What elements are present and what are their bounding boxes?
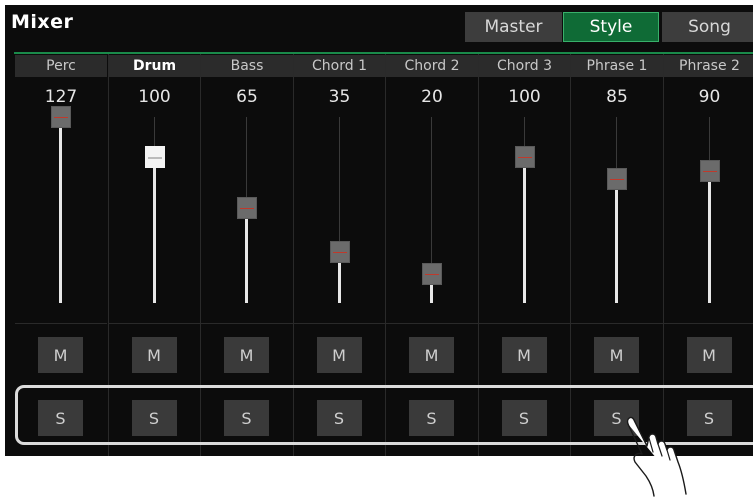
fader-knob[interactable] bbox=[330, 241, 350, 263]
channel-volume-value: 20 bbox=[386, 87, 478, 107]
page-title: Mixer bbox=[11, 11, 73, 33]
fader-track[interactable] bbox=[431, 117, 432, 274]
strip-divider bbox=[664, 323, 753, 324]
fader-level-fill bbox=[153, 157, 156, 303]
strip-divider bbox=[571, 323, 663, 324]
channel-volume-value: 127 bbox=[15, 87, 107, 107]
strip-divider bbox=[294, 323, 386, 324]
channel-volume-value: 100 bbox=[479, 87, 571, 107]
channel-volume-value: 100 bbox=[109, 87, 201, 107]
fader-knob[interactable] bbox=[422, 263, 442, 285]
fader-track[interactable] bbox=[246, 117, 247, 208]
tab-master[interactable]: Master bbox=[465, 12, 562, 42]
mute-button[interactable]: M bbox=[594, 337, 639, 373]
tab-song[interactable]: Song bbox=[662, 12, 753, 42]
strip-divider bbox=[201, 323, 293, 324]
channel-volume-value: 35 bbox=[294, 87, 386, 107]
channel-name[interactable]: Phrase 2 bbox=[664, 55, 753, 77]
fader-knob[interactable] bbox=[515, 146, 535, 168]
fader-level-fill bbox=[245, 208, 248, 303]
fader-knob[interactable] bbox=[700, 160, 720, 182]
pointing-hand-icon bbox=[620, 410, 700, 500]
strip-divider bbox=[479, 323, 571, 324]
mute-button[interactable]: M bbox=[224, 337, 269, 373]
fader-level-fill bbox=[59, 117, 62, 303]
mute-button[interactable]: M bbox=[38, 337, 83, 373]
fader-knob[interactable] bbox=[607, 168, 627, 190]
channel-name[interactable]: Perc bbox=[15, 55, 107, 77]
fader-knob[interactable] bbox=[145, 146, 165, 168]
channel-name[interactable]: Bass bbox=[201, 55, 293, 77]
channel-name[interactable]: Phrase 1 bbox=[571, 55, 663, 77]
channel-name[interactable]: Chord 1 bbox=[294, 55, 386, 77]
fader-level-fill bbox=[523, 157, 526, 303]
fader-knob[interactable] bbox=[51, 106, 71, 128]
channel-volume-value: 65 bbox=[201, 87, 293, 107]
fader-knob[interactable] bbox=[237, 197, 257, 219]
mute-button[interactable]: M bbox=[409, 337, 454, 373]
strip-divider bbox=[386, 323, 478, 324]
channel-volume-value: 85 bbox=[571, 87, 663, 107]
channel-volume-value: 90 bbox=[664, 87, 753, 107]
channel-name[interactable]: Chord 2 bbox=[386, 55, 478, 77]
strip-divider bbox=[109, 323, 201, 324]
fader-level-fill bbox=[708, 171, 711, 303]
channel-name[interactable]: Chord 3 bbox=[479, 55, 571, 77]
channel-name[interactable]: Drum bbox=[109, 55, 201, 77]
tab-style[interactable]: Style bbox=[563, 12, 659, 42]
mute-button[interactable]: M bbox=[132, 337, 177, 373]
mute-button[interactable]: M bbox=[502, 337, 547, 373]
mute-button[interactable]: M bbox=[687, 337, 732, 373]
fader-track[interactable] bbox=[339, 117, 340, 252]
mute-button[interactable]: M bbox=[317, 337, 362, 373]
fader-level-fill bbox=[615, 179, 618, 303]
strip-divider bbox=[15, 323, 107, 324]
